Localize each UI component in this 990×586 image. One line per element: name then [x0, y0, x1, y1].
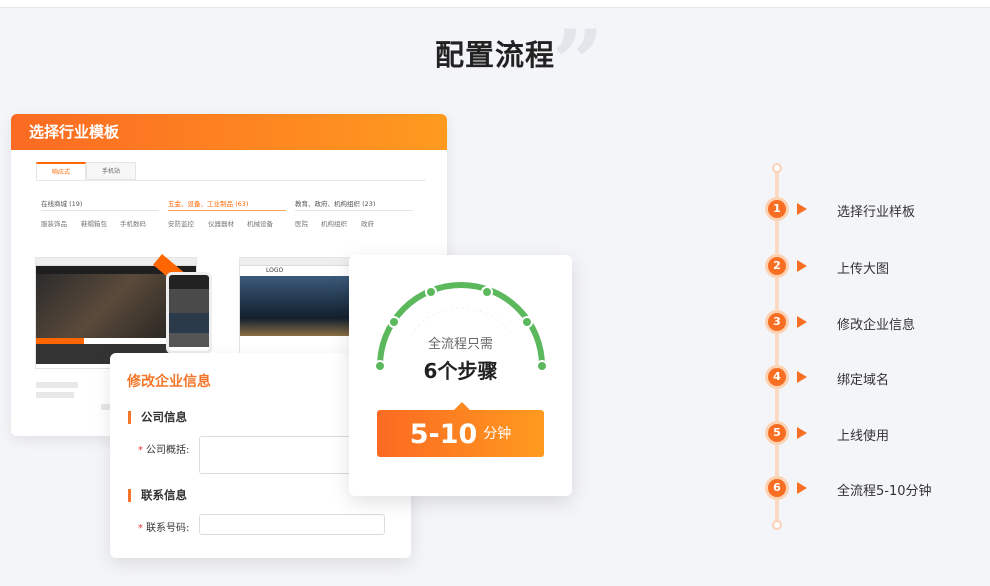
arrow-right-icon	[797, 371, 807, 383]
step-3: 3 修改企业信息	[765, 310, 985, 334]
tab-responsive[interactable]: 响应式	[36, 162, 86, 180]
company-summary-label: * 公司概括:	[138, 445, 190, 456]
category-underline-active	[168, 210, 286, 211]
step-number-badge: 5	[765, 421, 789, 445]
mobile-thumbnail[interactable]	[166, 272, 212, 354]
sub-category[interactable]: 手机数码	[120, 218, 146, 228]
step-number-badge: 3	[765, 310, 789, 334]
sub-category[interactable]: 服装饰品	[41, 218, 67, 228]
sub-category[interactable]: 政府	[361, 218, 374, 228]
timeline-cap-bottom	[772, 520, 782, 530]
step-4: 4 绑定域名	[765, 365, 985, 389]
step-label: 上传大图	[837, 262, 890, 277]
duration-unit: 分钟	[483, 426, 512, 442]
arrow-right-icon	[797, 203, 807, 215]
template-card-header: 选择行业模板	[11, 114, 447, 150]
quote-mark-icon: ”	[552, 10, 604, 116]
thumb-logo: LOGO	[266, 267, 284, 274]
sub-category[interactable]: 机构组织	[321, 218, 347, 228]
gauge-steps-count: 6个步骤	[423, 359, 498, 383]
gauge-subtitle: 全流程只需	[427, 337, 493, 352]
step-2: 2 上传大图	[765, 254, 985, 278]
duration-value: 5-10	[409, 419, 478, 450]
tabs-divider	[36, 180, 426, 181]
arrow-right-icon	[797, 427, 807, 439]
sub-category[interactable]: 鞋帽箱包	[81, 218, 107, 228]
step-label: 修改企业信息	[837, 318, 916, 333]
phone-label: * 联系号码:	[138, 523, 190, 534]
arrow-right-icon	[797, 260, 807, 272]
contact-info-section: 联系信息	[128, 489, 187, 502]
gauge-dot	[388, 316, 400, 328]
step-label: 绑定域名	[837, 373, 890, 388]
step-number-badge: 4	[765, 365, 789, 389]
gauge-dot	[425, 286, 437, 298]
timeline-cap-top	[772, 163, 782, 173]
sub-category[interactable]: 仪器器材	[208, 218, 234, 228]
category-education[interactable]: 教育、政府、机构组织 (23)	[295, 198, 375, 208]
gauge-dot	[521, 316, 533, 328]
gauge-dot	[481, 286, 493, 298]
top-border	[0, 0, 990, 8]
step-number-badge: 1	[765, 197, 789, 221]
template-tabs: 响应式 手机站	[36, 162, 136, 180]
arrow-right-icon	[797, 316, 807, 328]
tab-mobile[interactable]: 手机站	[86, 162, 136, 180]
category-underline	[41, 210, 159, 211]
step-label: 选择行业样板	[837, 205, 916, 220]
category-mall[interactable]: 在线商城 (19)	[41, 198, 82, 208]
phone-field[interactable]	[199, 514, 385, 535]
section-title: 配置流程	[434, 38, 555, 72]
sub-category[interactable]: 机械设备	[247, 218, 273, 228]
company-info-section: 公司信息	[128, 411, 187, 424]
step-label: 上线使用	[837, 429, 890, 444]
duration-badge: 5-10 分钟	[377, 402, 544, 457]
step-number-badge: 2	[765, 254, 789, 278]
step-5: 5 上线使用	[765, 421, 985, 445]
info-card-title: 修改企业信息	[127, 374, 211, 390]
arrow-right-icon	[797, 482, 807, 494]
template-thumbnail-industrial[interactable]: LOGO	[239, 257, 359, 357]
step-1: 1 选择行业样板	[765, 197, 985, 221]
category-underline	[295, 210, 413, 211]
category-hardware[interactable]: 五金、设备、工业制品 (63)	[168, 198, 248, 208]
sub-category[interactable]: 医院	[295, 218, 308, 228]
sub-category[interactable]: 安防监控	[168, 218, 194, 228]
step-6: 6 全流程5-10分钟	[765, 476, 985, 500]
step-label: 全流程5-10分钟	[837, 484, 932, 499]
steps-timeline	[775, 170, 779, 526]
step-number-badge: 6	[765, 476, 789, 500]
process-gauge-card: 全流程只需 6个步骤 5-10 分钟	[349, 255, 572, 496]
